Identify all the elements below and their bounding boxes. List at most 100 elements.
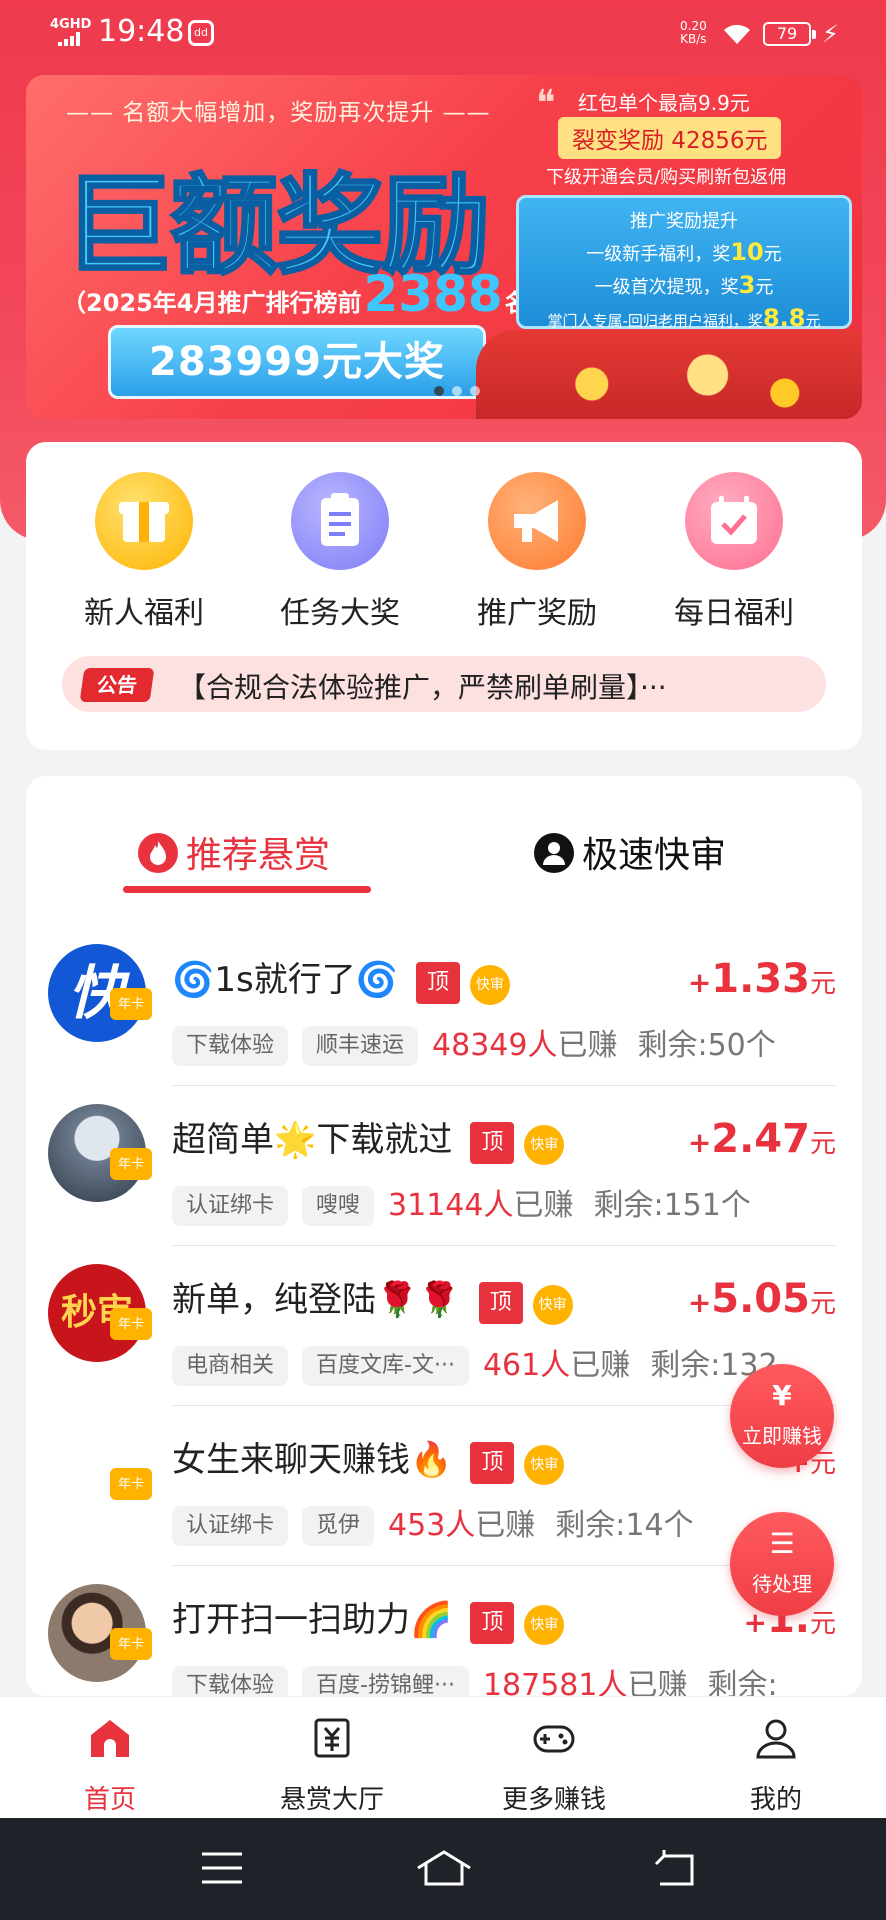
announcement-tag: 公告 (79, 668, 155, 702)
user-circle-icon (534, 833, 574, 873)
tab-active-indicator (123, 886, 371, 893)
gift-icon (95, 472, 193, 570)
annual-card-badge: 年卡 (110, 1148, 152, 1180)
nav-label: 首页 (83, 1785, 136, 1815)
category-newcomer-welfare[interactable]: 新人福利 (46, 472, 242, 632)
chat-icon: ☰ (769, 1527, 795, 1560)
pinned-badge: 顶 (470, 1442, 515, 1484)
clock: 19:48 (98, 14, 185, 49)
promo-banner[interactable]: —— 名额大幅增加，奖励再次提升 —— 巨额奖励 （2025年4月推广排行榜前2… (26, 75, 862, 419)
tab-label: 极速快审 (582, 835, 727, 876)
remaining-count: 剩余:14个 (555, 1508, 694, 1543)
fast-review-badge: 快审 (524, 1125, 565, 1165)
banner-rank: （2025年4月推广排行榜前2388名） (62, 265, 553, 323)
battery-icon: 79 (763, 22, 816, 46)
swirl-icon: 🌀 (172, 960, 215, 1000)
task-meta: 认证绑卡 觅伊 453人已赚 剩余:14个 (172, 1500, 694, 1546)
banner-prize: 283999元大奖 (108, 325, 486, 399)
task-reward: +1.33元 (687, 956, 836, 1002)
category-promotion-reward[interactable]: 推广奖励 (439, 472, 635, 632)
annual-card-badge: 年卡 (110, 1468, 152, 1500)
fission-reward: 裂变奖励 42856元 (558, 117, 782, 159)
earned-label: 已赚 (627, 1668, 688, 1696)
task-title: 超简单🌟下载就过顶快审 (172, 1112, 565, 1165)
task-chip: 下载体验 (172, 1026, 289, 1066)
pending-button[interactable]: ☰ 待处理 (730, 1512, 834, 1616)
tab-label: 推荐悬赏 (186, 835, 331, 876)
network-speed: 0.20 KB/s (680, 20, 707, 46)
annual-card-badge: 年卡 (110, 1308, 152, 1340)
pending-label: 待处理 (752, 1572, 812, 1596)
menu-icon[interactable] (200, 1848, 244, 1888)
category-card: 新人福利 任务大奖 推广奖励 每日福利 公告 【合规合法体验推广，严禁刷单刷量】… (26, 442, 862, 750)
earned-count: 187581人 (482, 1668, 628, 1696)
task-reward: +5.05元 (687, 1276, 836, 1322)
nav-bounty-hall[interactable]: 悬赏大厅 (252, 1715, 412, 1816)
category-label: 推广奖励 (477, 596, 597, 631)
system-nav-bar (0, 1818, 886, 1920)
redpack-max: 红包单个最高9.9元 (578, 91, 750, 115)
earn-now-button[interactable]: ¥ 立即赚钱 (730, 1364, 834, 1468)
gift-decoration (476, 330, 862, 419)
task-meta: 下载体验 百度-捞锦鲤··· 187581人已赚 剩余: (172, 1660, 778, 1696)
task-item[interactable]: 年卡 超简单🌟下载就过顶快审 +2.47元 认证绑卡 嗖嗖 31144人已赚 剩余:1… (26, 1086, 862, 1246)
nav-home[interactable]: 首页 (30, 1715, 190, 1816)
earned-label: 已赚 (557, 1028, 618, 1063)
gamepad-icon (533, 1725, 575, 1753)
nav-mine[interactable]: 我的 (696, 1715, 856, 1816)
task-chip: 百度文库-文··· (302, 1346, 469, 1386)
category-daily-welfare[interactable]: 每日福利 (636, 472, 832, 632)
task-item[interactable]: 快 年卡 🌀1s就行了🌀 顶快审 +1.33元 下载体验 顺丰速运 48349人已赚剩… (26, 926, 862, 1086)
fast-review-badge: 快审 (524, 1605, 565, 1645)
back-icon[interactable] (652, 1848, 700, 1888)
swirl-icon: 🌀 (355, 960, 399, 1000)
category-label: 每日福利 (674, 596, 794, 631)
task-meta: 认证绑卡 嗖嗖 31144人已赚 剩余:151个 (172, 1180, 751, 1226)
earned-label: 已赚 (513, 1188, 574, 1223)
charging-icon: ⚡ (822, 20, 839, 48)
promo-line-1: 一级新手福利，奖10元 (586, 238, 782, 266)
task-meta: 下载体验 顺丰速运 48349人已赚 剩余:50个 (172, 1020, 776, 1066)
network-type: 4GHD (50, 17, 92, 32)
task-chip: 认证绑卡 (172, 1186, 289, 1226)
nav-label: 悬赏大厅 (279, 1785, 384, 1815)
category-label: 任务大奖 (280, 596, 400, 631)
announcement-bar[interactable]: 公告 【合规合法体验推广，严禁刷单刷量】··· (62, 656, 826, 712)
announcement-text: 【合规合法体验推广，严禁刷单刷量】··· (178, 671, 667, 704)
flame-icon (138, 833, 178, 873)
signal-icon (58, 32, 82, 46)
tab-recommended[interactable]: 推荐悬赏 (138, 826, 330, 878)
annual-card-badge: 年卡 (110, 1628, 152, 1660)
category-task-prize[interactable]: 任务大奖 (242, 472, 438, 632)
wifi-icon (724, 24, 750, 44)
remaining-count: 剩余: (707, 1668, 778, 1696)
bounty-hall-icon (314, 1718, 350, 1758)
task-chip: 下载体验 (172, 1666, 289, 1696)
home-icon (91, 1720, 129, 1757)
quote-icon: ❝ (536, 83, 556, 124)
pinned-badge: 顶 (478, 1282, 523, 1324)
annual-card-badge: 年卡 (110, 988, 152, 1020)
earn-now-label: 立即赚钱 (742, 1424, 822, 1448)
tab-fast-review[interactable]: 极速快审 (534, 826, 726, 878)
task-title: 女生来聊天赚钱🔥 顶快审 (172, 1432, 565, 1485)
nav-label: 更多赚钱 (501, 1785, 606, 1815)
promo-title: 推广奖励提升 (630, 211, 738, 232)
promo-line-2: 一级首次提现，奖3元 (594, 271, 774, 299)
promo-reward-box: 推广奖励提升 一级新手福利，奖10元 一级首次提现，奖3元 掌门人专属-回归老用… (516, 195, 852, 332)
task-title: 🌀1s就行了🌀 顶快审 (172, 952, 511, 1005)
task-chip: 电商相关 (172, 1346, 289, 1386)
earned-count: 31144人 (388, 1188, 514, 1223)
profile-icon (756, 1719, 796, 1759)
fast-review-badge: 快审 (532, 1285, 573, 1325)
task-reward: +2.47元 (687, 1116, 836, 1162)
remaining-count: 剩余:151个 (593, 1188, 751, 1223)
task-chip: 顺丰速运 (302, 1026, 419, 1066)
rank-number: 2388 (363, 265, 503, 323)
nav-more-earning[interactable]: 更多赚钱 (474, 1715, 634, 1816)
task-chip: 觅伊 (302, 1506, 375, 1546)
banner-pagination[interactable] (434, 381, 488, 400)
task-title: 新单，纯登陆🌹🌹 顶快审 (172, 1272, 573, 1325)
pinned-badge: 顶 (470, 1122, 515, 1164)
home-button-icon[interactable] (414, 1848, 474, 1888)
